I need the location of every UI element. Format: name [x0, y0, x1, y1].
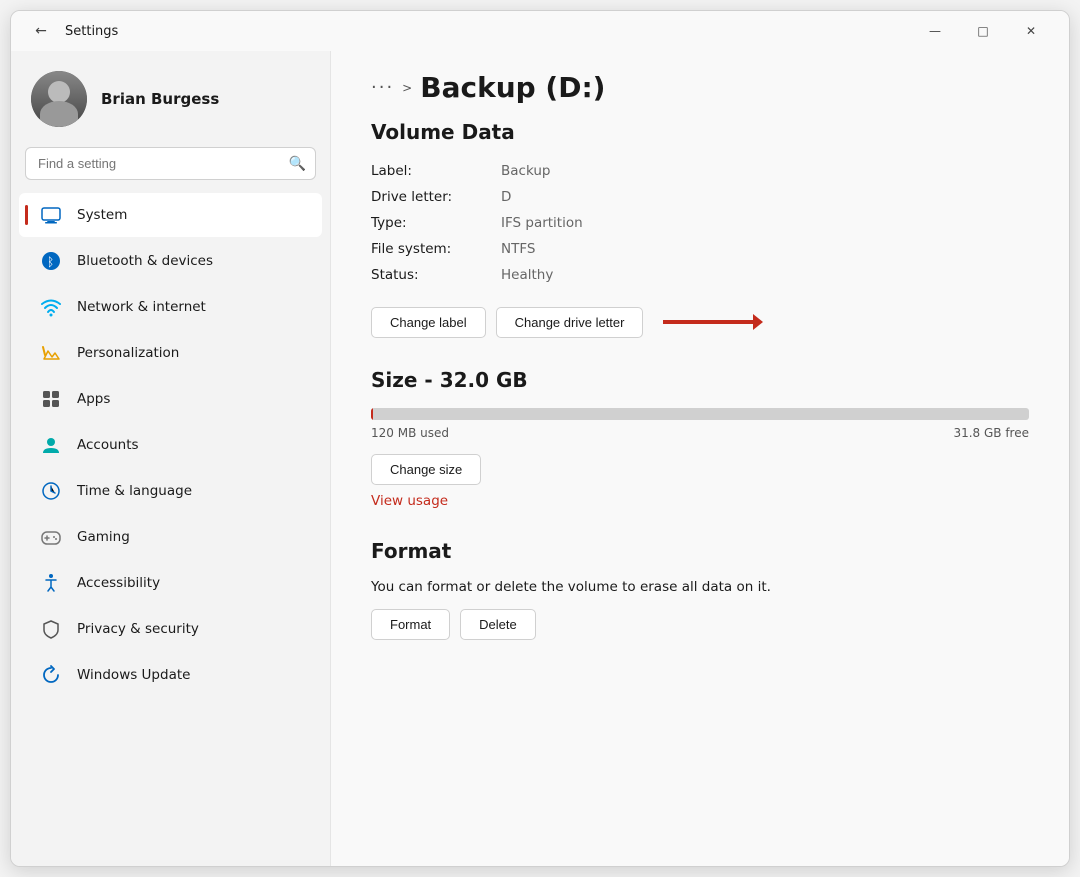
titlebar-left: ← Settings — [27, 17, 118, 45]
format-title: Format — [371, 539, 1029, 563]
change-label-button[interactable]: Change label — [371, 307, 486, 338]
filesystem-key: File system: — [371, 238, 501, 260]
minimize-button[interactable]: — — [913, 15, 957, 47]
change-size-button[interactable]: Change size — [371, 454, 481, 485]
size-bar-container — [371, 408, 1029, 420]
view-usage-link[interactable]: View usage — [371, 493, 448, 509]
sidebar-item-network-label: Network & internet — [77, 299, 206, 315]
sidebar-item-bluetooth[interactable]: ᛒ Bluetooth & devices — [19, 239, 322, 283]
system-icon — [39, 203, 63, 227]
network-icon — [39, 295, 63, 319]
sidebar-item-apps[interactable]: Apps — [19, 377, 322, 421]
sidebar-item-privacy-label: Privacy & security — [77, 621, 199, 637]
sidebar-item-personalization-label: Personalization — [77, 345, 179, 361]
settings-window: ← Settings — □ ✕ Brian Burgess 🔍 — [10, 10, 1070, 867]
type-val: IFS partition — [501, 212, 1029, 234]
sidebar-item-gaming-label: Gaming — [77, 529, 130, 545]
free-label: 31.8 GB free — [953, 426, 1029, 440]
sidebar-item-bluetooth-label: Bluetooth & devices — [77, 253, 213, 269]
drive-letter-val: D — [501, 186, 1029, 208]
page-title: Backup (D:) — [420, 71, 605, 104]
search-box: 🔍 — [25, 147, 316, 180]
volume-info-table: Label: Backup Drive letter: D Type: IFS … — [371, 160, 1029, 286]
sidebar: Brian Burgess 🔍 System — [11, 51, 331, 866]
arrow-annotation — [653, 306, 763, 338]
search-input[interactable] — [25, 147, 316, 180]
change-drive-letter-button[interactable]: Change drive letter — [496, 307, 644, 338]
main-content: ··· > Backup (D:) Volume Data Label: Bac… — [331, 51, 1069, 866]
type-key: Type: — [371, 212, 501, 234]
drive-letter-key: Drive letter: — [371, 186, 501, 208]
size-labels: 120 MB used 31.8 GB free — [371, 426, 1029, 440]
sidebar-item-update[interactable]: Windows Update — [19, 653, 322, 697]
breadcrumb: ··· > Backup (D:) — [371, 71, 1029, 104]
size-buttons-row: Change size — [371, 454, 1029, 485]
label-val: Backup — [501, 160, 1029, 182]
sidebar-item-accounts[interactable]: Accounts — [19, 423, 322, 467]
sidebar-item-update-label: Windows Update — [77, 667, 190, 683]
sidebar-item-gaming[interactable]: Gaming — [19, 515, 322, 559]
size-title: Size - 32.0 GB — [371, 368, 1029, 392]
svg-text:ᛒ: ᛒ — [47, 255, 54, 269]
time-icon — [39, 479, 63, 503]
sidebar-item-accounts-label: Accounts — [77, 437, 139, 453]
breadcrumb-dots: ··· — [371, 77, 394, 98]
format-button[interactable]: Format — [371, 609, 450, 640]
window-controls: — □ ✕ — [913, 15, 1053, 47]
search-icon: 🔍 — [289, 156, 306, 172]
close-button[interactable]: ✕ — [1009, 15, 1053, 47]
sidebar-item-accessibility[interactable]: Accessibility — [19, 561, 322, 605]
accounts-icon — [39, 433, 63, 457]
sidebar-item-apps-label: Apps — [77, 391, 110, 407]
sidebar-item-time[interactable]: Time & language — [19, 469, 322, 513]
sidebar-item-time-label: Time & language — [77, 483, 192, 499]
sidebar-item-privacy[interactable]: Privacy & security — [19, 607, 322, 651]
red-arrow-icon — [653, 306, 763, 338]
avatar — [31, 71, 87, 127]
accessibility-icon — [39, 571, 63, 595]
volume-data-title: Volume Data — [371, 120, 1029, 144]
update-icon — [39, 663, 63, 687]
breadcrumb-chevron: > — [402, 81, 412, 95]
maximize-button[interactable]: □ — [961, 15, 1005, 47]
volume-buttons-row: Change label Change drive letter — [371, 306, 1029, 338]
bluetooth-icon: ᛒ — [39, 249, 63, 273]
active-indicator — [25, 205, 28, 225]
sidebar-item-network[interactable]: Network & internet — [19, 285, 322, 329]
sidebar-item-system-label: System — [77, 207, 127, 223]
titlebar: ← Settings — □ ✕ — [11, 11, 1069, 51]
volume-data-section: Volume Data Label: Backup Drive letter: … — [371, 120, 1029, 338]
sidebar-item-personalization[interactable]: Personalization — [19, 331, 322, 375]
format-section: Format You can format or delete the volu… — [371, 539, 1029, 640]
personalization-icon — [39, 341, 63, 365]
back-button[interactable]: ← — [27, 17, 55, 45]
apps-icon — [39, 387, 63, 411]
delete-button[interactable]: Delete — [460, 609, 536, 640]
status-val: Healthy — [501, 264, 1029, 286]
privacy-icon — [39, 617, 63, 641]
size-section: Size - 32.0 GB 120 MB used 31.8 GB free … — [371, 368, 1029, 509]
window-title: Settings — [65, 24, 118, 39]
user-section: Brian Burgess — [11, 61, 330, 147]
filesystem-val: NTFS — [501, 238, 1029, 260]
used-label: 120 MB used — [371, 426, 449, 440]
status-key: Status: — [371, 264, 501, 286]
format-description: You can format or delete the volume to e… — [371, 579, 1029, 595]
sidebar-item-system[interactable]: System — [19, 193, 322, 237]
content-area: Brian Burgess 🔍 System — [11, 51, 1069, 866]
sidebar-item-accessibility-label: Accessibility — [77, 575, 160, 591]
label-key: Label: — [371, 160, 501, 182]
user-name: Brian Burgess — [101, 90, 219, 108]
format-buttons-row: Format Delete — [371, 609, 1029, 640]
gaming-icon — [39, 525, 63, 549]
size-bar-used — [371, 408, 373, 420]
